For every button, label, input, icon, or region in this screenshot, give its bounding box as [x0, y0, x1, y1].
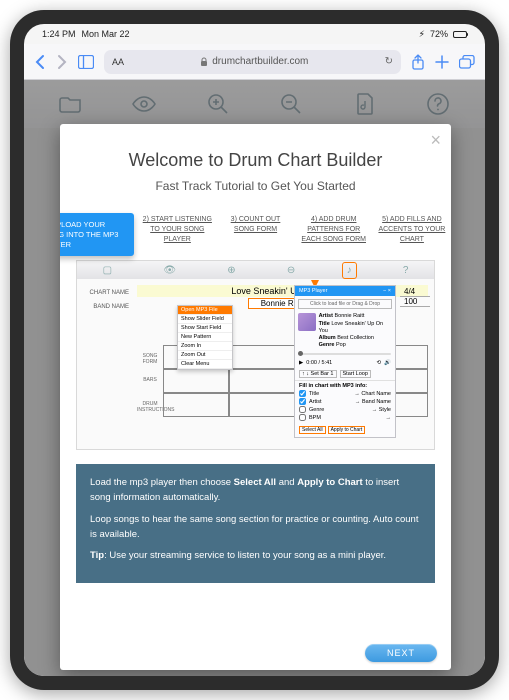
menu-item[interactable]: Zoom In — [178, 342, 232, 351]
status-time: 1:24 PM — [42, 29, 76, 39]
ti-zoomout-icon: ⊖ — [287, 265, 295, 276]
ti-folder-icon: ▢ — [103, 265, 112, 276]
mp3-load-zone[interactable]: Click to load file or Drag & Drop — [298, 299, 392, 309]
status-bar: 1:24 PM Mon Mar 22 ⚡︎ 72% — [24, 24, 485, 44]
back-button[interactable] — [34, 54, 46, 70]
status-date: Mon Mar 22 — [82, 29, 130, 39]
menu-item[interactable]: New Pattern — [178, 333, 232, 342]
forward-button[interactable] — [56, 54, 68, 70]
start-loop-button[interactable]: Start Loop — [340, 370, 371, 378]
mp3-collapse-icon[interactable]: − × — [383, 288, 391, 294]
mp3-player-panel: MP3 Player − × Click to load file or Drag… — [294, 285, 396, 438]
step-1-active[interactable]: 1) UPLOAD YOUR SONG INTO THE MP3 PLAYER — [60, 213, 134, 256]
ck-bpm[interactable] — [299, 414, 306, 421]
ck-title[interactable] — [299, 390, 306, 397]
ipad-frame: 1:24 PM Mon Mar 22 ⚡︎ 72% AA drumchartbu… — [10, 10, 499, 690]
text-size-button[interactable]: AA — [112, 57, 124, 67]
close-button[interactable]: × — [430, 130, 441, 151]
chart-name-label: CHART NAME — [83, 287, 129, 300]
share-button[interactable] — [411, 54, 425, 70]
loop-icon[interactable]: ⟲ — [377, 360, 382, 366]
url-domain: drumchartbuilder.com — [212, 56, 308, 67]
time-signature: 4/4 100 — [400, 287, 430, 307]
step-3[interactable]: 3) COUNT OUT SONG FORM — [216, 215, 294, 244]
apply-to-chart-button[interactable]: Apply to Chart — [328, 426, 366, 434]
menu-item[interactable]: Clear Menu — [178, 360, 232, 369]
tabs-button[interactable] — [459, 55, 475, 69]
reload-icon[interactable]: ↻ — [385, 56, 393, 67]
tutorial-modal: × Welcome to Drum Chart Builder Fast Tra… — [60, 124, 451, 670]
time: 0:00 / 5:41 — [306, 360, 332, 366]
menu-item[interactable]: Zoom Out — [178, 351, 232, 360]
band-name-label: BAND NAME — [83, 301, 129, 314]
fill-header: Fill in chart with MP3 info: — [299, 383, 391, 389]
select-all-button[interactable]: Select All — [299, 426, 326, 434]
instruction-1: Load the mp3 player then choose Select A… — [90, 476, 421, 505]
edit-dropdown: Open MP3 File Show Slider Field Show Sta… — [177, 305, 233, 370]
url-bar[interactable]: AA drumchartbuilder.com ↻ — [104, 50, 401, 74]
ti-eye-icon: 👁 — [163, 265, 176, 276]
battery-percent: 72% — [430, 29, 448, 39]
new-tab-button[interactable] — [435, 55, 449, 69]
step-5[interactable]: 5) ADD FILLS AND ACCENTS TO YOUR CHART — [373, 215, 451, 244]
ti-zoomin-icon: ⊕ — [227, 265, 235, 276]
lock-icon — [200, 57, 208, 67]
battery-icon — [453, 31, 467, 38]
instruction-tip: Tip: Use your streaming service to liste… — [90, 549, 421, 564]
ck-genre[interactable] — [299, 406, 306, 413]
sidebar-button[interactable] — [78, 55, 94, 69]
step-2[interactable]: 2) START LISTENING TO YOUR SONG PLAYER — [138, 215, 216, 244]
instructions-panel: Load the mp3 player then choose Select A… — [76, 464, 435, 583]
set-bar-button[interactable]: ↑ ↓ Set Bar 1 — [299, 370, 337, 378]
menu-item[interactable]: Show Start Field — [178, 324, 232, 333]
next-button[interactable]: NEXT — [365, 644, 437, 662]
menu-open-mp3[interactable]: Open MP3 File — [178, 306, 232, 315]
ck-artist[interactable] — [299, 398, 306, 405]
album-art — [298, 313, 316, 331]
modal-title: Welcome to Drum Chart Builder — [80, 150, 431, 171]
mp3-title: MP3 Player — [299, 288, 327, 294]
screen: 1:24 PM Mon Mar 22 ⚡︎ 72% AA drumchartbu… — [24, 24, 485, 676]
step-4[interactable]: 4) ADD DRUM PATTERNS FOR EACH SONG FORM — [295, 215, 373, 244]
battery-bolt-icon: ⚡︎ — [419, 29, 425, 40]
ti-music-file-icon: ♪ — [347, 265, 352, 276]
steps-nav: 1) UPLOAD YOUR SONG INTO THE MP3 PLAYER … — [60, 199, 451, 254]
instruction-2: Loop songs to hear the same song section… — [90, 513, 421, 542]
tutorial-screenshot: ▢ 👁 ⊕ ⊖ ♪ ? CHART NAME BAND NAME Love Sn… — [76, 260, 435, 450]
play-icon[interactable]: ▶ — [299, 360, 303, 366]
volume-icon[interactable]: 🔊 — [384, 360, 391, 366]
menu-item[interactable]: Show Slider Field — [178, 315, 232, 324]
ti-help-icon: ? — [403, 265, 409, 276]
playback-slider[interactable] — [299, 353, 391, 355]
modal-subtitle: Fast Track Tutorial to Get You Started — [80, 179, 431, 193]
safari-toolbar: AA drumchartbuilder.com ↻ — [24, 44, 485, 80]
